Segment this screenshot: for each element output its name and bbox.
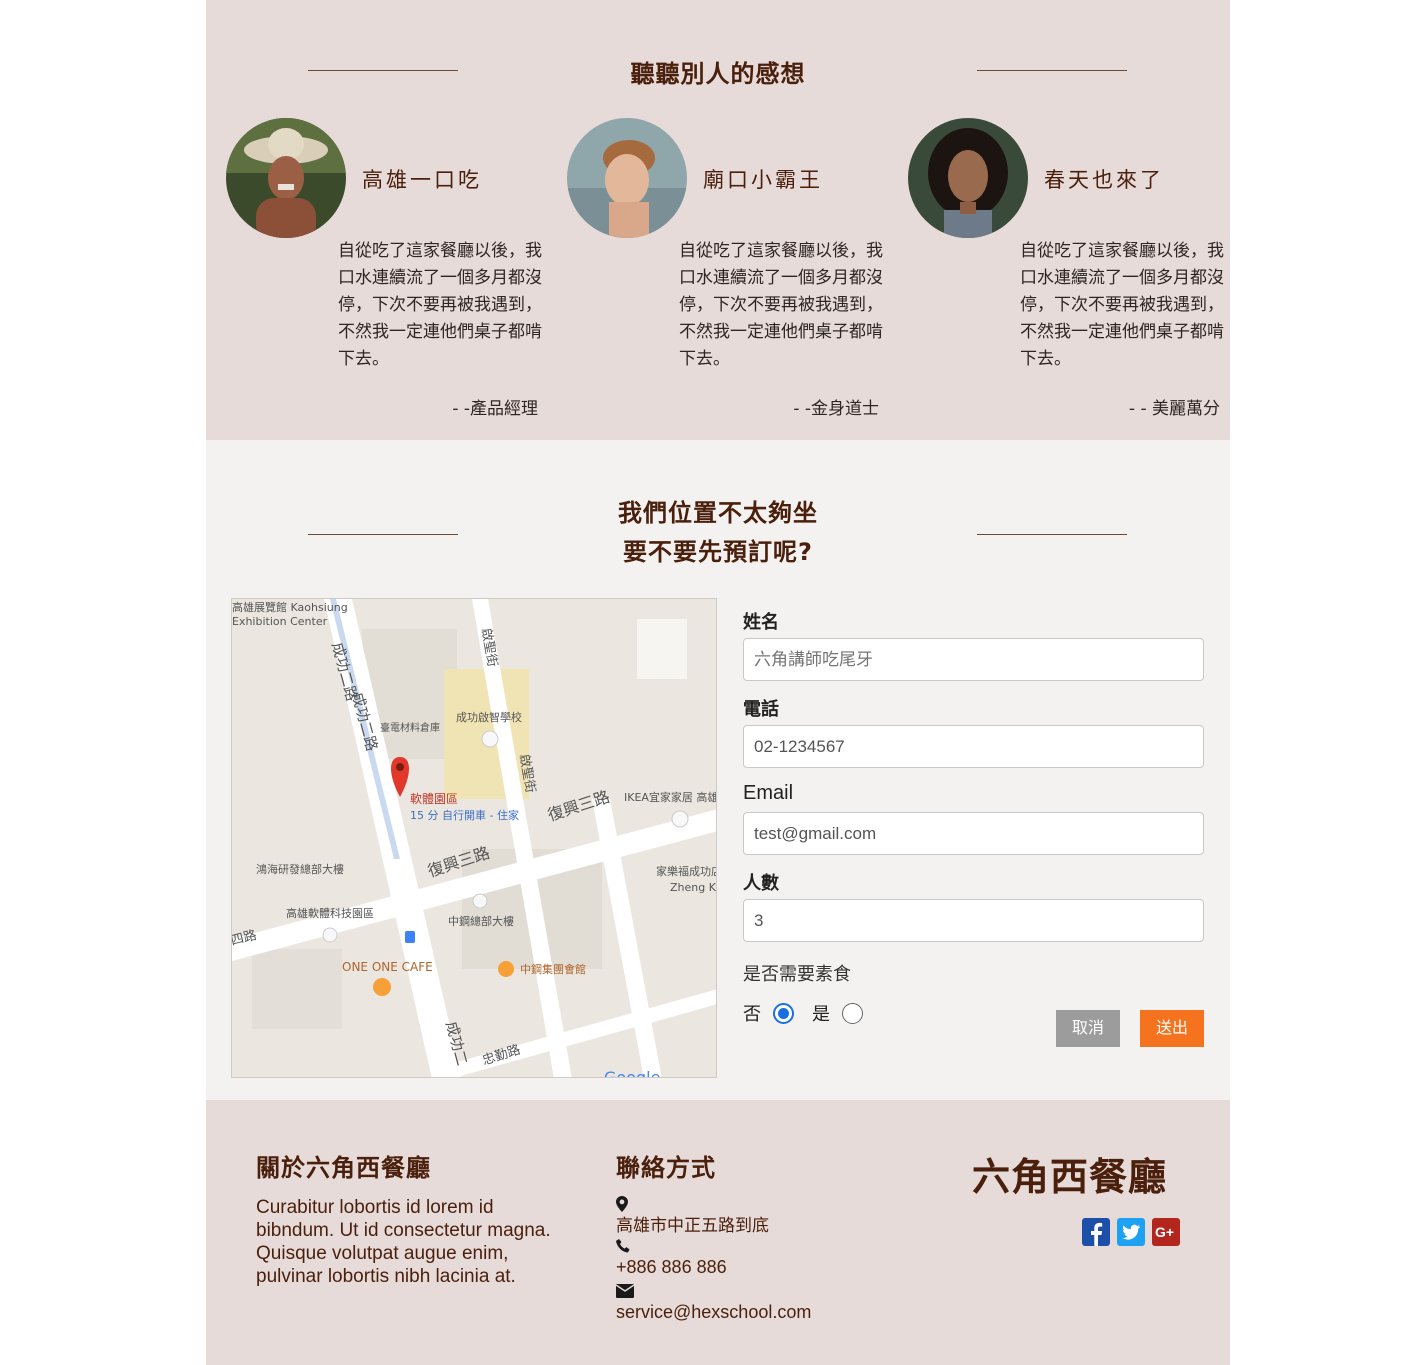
avatar: [908, 118, 1028, 238]
review-text: 自從吃了這家餐廳以後，我口水連續流了一個多月都沒停，下次不要再被我遇到，不然我一…: [338, 241, 542, 369]
review-text: 自從吃了這家餐廳以後，我口水連續流了一個多月都沒停，下次不要再被我遇到，不然我一…: [679, 241, 883, 369]
map-label: 臺電材料倉庫: [380, 721, 440, 734]
phone-icon: [616, 1237, 811, 1257]
google-plus-icon[interactable]: G+: [1152, 1218, 1180, 1246]
testimonial-card: 高雄一口吃 自從吃了這家餐廳以後，我口水連續流了一個多月都沒停，下次不要再被我遇…: [226, 118, 546, 428]
map-label: ONE ONE CAFE: [342, 960, 433, 974]
map-label: 鴻海研發總部大樓: [256, 862, 344, 876]
building-icon: [322, 927, 338, 943]
envelope-icon: [615, 1282, 811, 1302]
reviewer-name: 廟口小霸王: [703, 168, 823, 192]
phone-label: 電話: [743, 699, 779, 720]
contact-info: 高雄市中正五路到底 +886 886 886 service@hexschool…: [615, 1196, 812, 1323]
map-label: Zheng Ko: [670, 881, 717, 894]
map-marker-icon: [616, 1196, 811, 1216]
brand-logo: 六角西餐廳: [972, 1155, 1168, 1199]
restaurant-icon: [498, 961, 514, 977]
map-label: 15 分 自行開車 - 住家: [410, 808, 519, 822]
reviewer-name: 春天也來了: [1044, 168, 1164, 192]
testimonials-title: 聽聽別人的感想: [630, 60, 806, 88]
phone-text: +886 886 886: [616, 1257, 727, 1277]
svg-text:G+: G+: [1155, 1224, 1174, 1240]
shopping-icon: [671, 810, 689, 828]
page: 聽聽別人的感想 高雄一口吃 自從吃了這家餐廳以後，我口水連續流了一個多月都沒停，…: [206, 0, 1230, 1365]
location-map[interactable]: 高雄展覽館 Kaohsiung Exhibition Center 成功二路 成…: [231, 598, 717, 1078]
reviewer-title: - -金身道士: [793, 399, 879, 419]
name-label: 姓名: [743, 612, 779, 633]
contact-title: 聯絡方式: [616, 1154, 716, 1182]
map-label: Exhibition Center: [232, 615, 328, 628]
people-label: 人數: [743, 873, 779, 894]
name-input[interactable]: [743, 638, 1204, 681]
email-text: service@hexschool.com: [616, 1302, 812, 1322]
google-logo: Google: [604, 1068, 660, 1078]
twitter-icon[interactable]: [1117, 1218, 1145, 1246]
submit-button[interactable]: 送出: [1140, 1010, 1204, 1047]
reservation-title-line1: 我們位置不太夠坐: [618, 499, 818, 527]
map-label: 高雄展覽館 Kaohsiung: [232, 600, 348, 614]
avatar: [567, 118, 687, 238]
map-label: 軟體園區: [410, 791, 458, 806]
reviewer-title: - -產品經理: [452, 399, 538, 419]
testimonial-card: 廟口小霸王 自從吃了這家餐廳以後，我口水連續流了一個多月都沒停，下次不要再被我遇…: [567, 118, 887, 428]
map-label: 中鋼總部大樓: [448, 914, 514, 928]
bus-stop-icon: [405, 931, 415, 943]
map-label: 中鋼集團會館: [520, 962, 586, 976]
about-text: Curabitur lobortis id lorem id bibndum. …: [256, 1197, 551, 1287]
map-label: 成功啟智學校: [456, 710, 522, 724]
people-count-input[interactable]: [743, 899, 1204, 942]
map-label: IKEA宜家家居 高雄: [624, 790, 717, 804]
avatar: [226, 118, 346, 238]
option-no-label: 否: [743, 1004, 761, 1025]
radio-yes[interactable]: [842, 1002, 863, 1024]
radio-no[interactable]: [773, 1002, 794, 1024]
reviewer-title: - - 美麗萬分: [1128, 399, 1220, 419]
building-icon: [472, 893, 488, 909]
phone-input[interactable]: [743, 725, 1204, 768]
school-icon: [481, 730, 499, 748]
reservation-form: 姓名 電話 Email 人數 是否需要素食 否 是: [743, 608, 1204, 1026]
cafe-icon: [373, 978, 391, 996]
title-divider-right: [977, 70, 1127, 71]
testimonial-card: 春天也來了 自從吃了這家餐廳以後，我口水連續流了一個多月都沒停，下次不要再被我遇…: [908, 118, 1228, 428]
about-title: 關於六角西餐廳: [256, 1154, 431, 1182]
facebook-icon[interactable]: [1082, 1218, 1110, 1246]
review-text: 自從吃了這家餐廳以後，我口水連續流了一個多月都沒停，下次不要再被我遇到，不然我一…: [1020, 241, 1224, 369]
address-text: 高雄市中正五路到底: [616, 1216, 769, 1236]
vegetarian-options: 否 是: [743, 1000, 1204, 1026]
reservation-title-line2: 要不要先預訂呢?: [623, 538, 813, 566]
vegetarian-question: 是否需要素食: [743, 964, 851, 985]
footer: 關於六角西餐廳 Curabitur lobortis id lorem id b…: [206, 1100, 1230, 1365]
cancel-button[interactable]: 取消: [1056, 1010, 1120, 1047]
reservation-section: 我們位置不太夠坐 要不要先預訂呢? 高雄展覽館 Kaohsiung Exhibi…: [206, 440, 1230, 1100]
title-divider-right: [977, 534, 1127, 535]
map-label: 高雄軟體科技園區: [286, 906, 374, 920]
map-label: 家樂福成功店: [656, 864, 717, 878]
email-label: Email: [743, 782, 794, 804]
email-input[interactable]: [743, 812, 1204, 855]
reservation-title: 我們位置不太夠坐 要不要先預訂呢?: [206, 494, 1230, 572]
testimonials-section: 聽聽別人的感想 高雄一口吃 自從吃了這家餐廳以後，我口水連續流了一個多月都沒停，…: [206, 0, 1230, 440]
reviewer-name: 高雄一口吃: [362, 168, 482, 192]
option-yes-label: 是: [812, 1004, 830, 1025]
